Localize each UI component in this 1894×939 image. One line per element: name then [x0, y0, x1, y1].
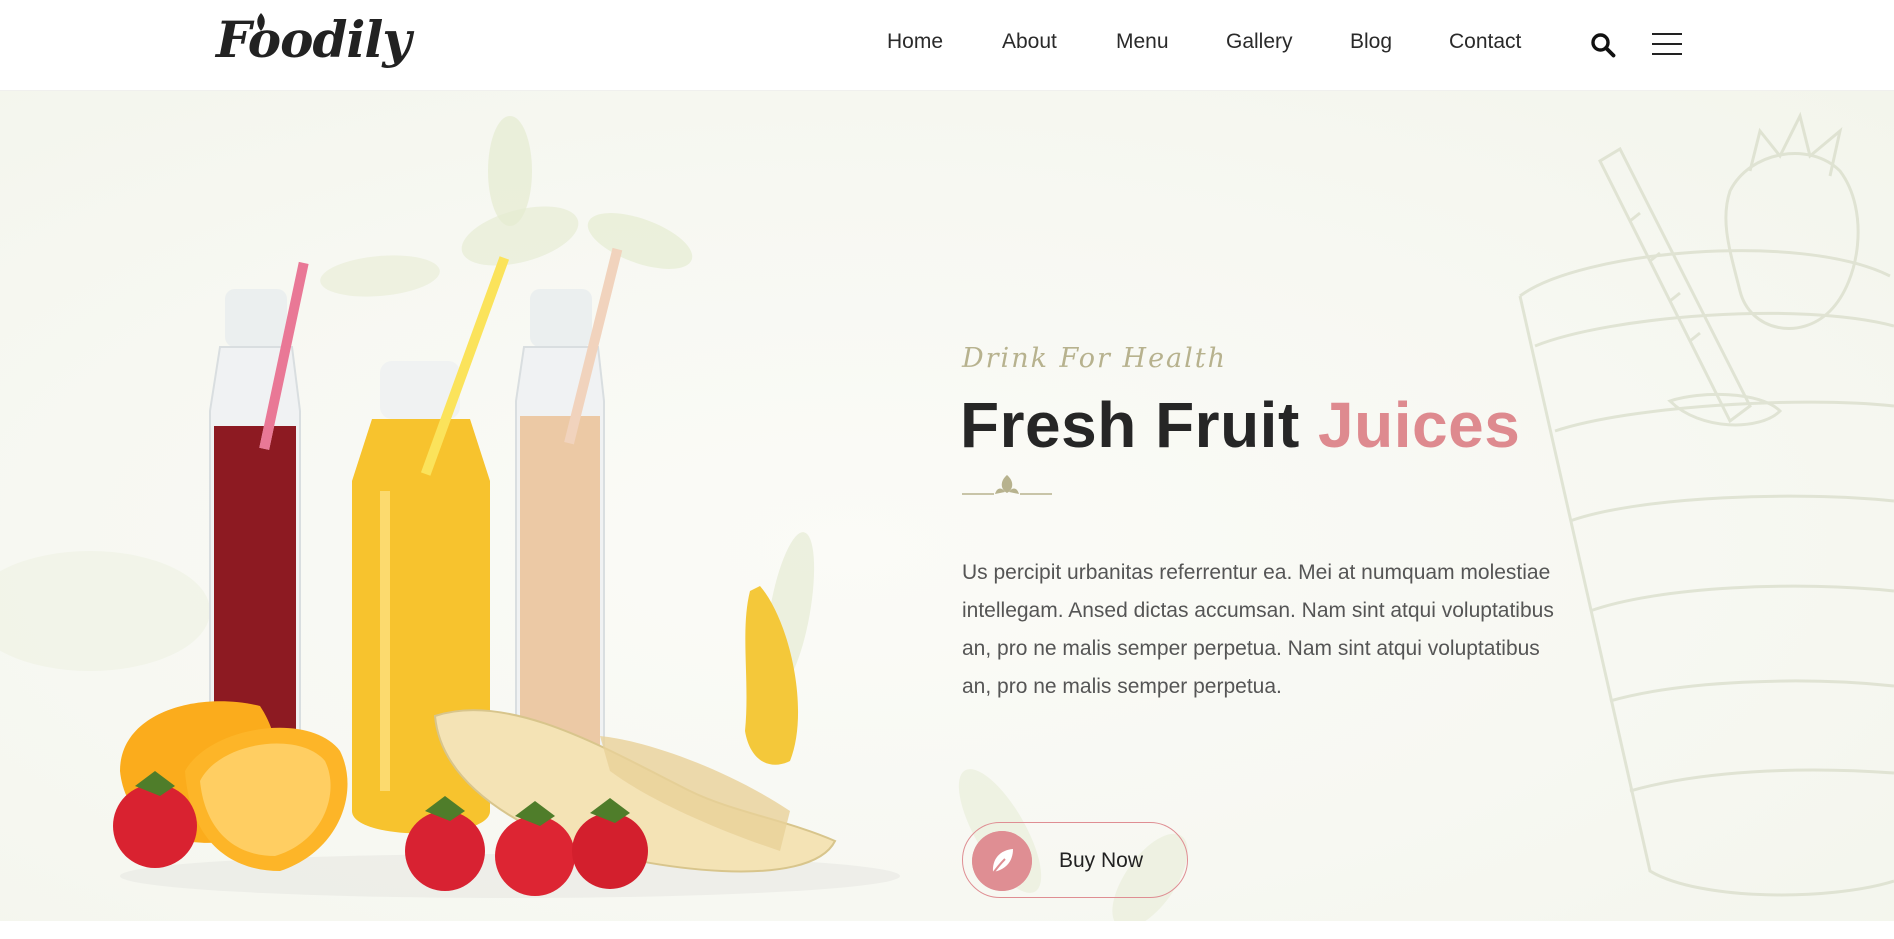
leaf-icon [972, 831, 1032, 891]
nav-item-contact[interactable]: Contact [1449, 30, 1521, 54]
nav-item-home[interactable]: Home [887, 30, 943, 54]
nav-item-gallery[interactable]: Gallery [1226, 30, 1293, 54]
hero-title: Fresh Fruit Juices [960, 388, 1520, 462]
hero-eyebrow: Drink For Health [962, 343, 1228, 374]
buy-now-button[interactable]: Buy Now [962, 822, 1188, 898]
juice-bottles-illustration [113, 247, 900, 898]
page: Foodily Home About Menu Gallery Blog Con… [0, 0, 1894, 939]
hamburger-line [1652, 43, 1682, 45]
hamburger-line [1652, 33, 1682, 35]
hamburger-line [1652, 53, 1682, 55]
logo-leaf-icon [257, 13, 265, 31]
nav-item-menu[interactable]: Menu [1116, 30, 1169, 54]
hamburger-icon[interactable] [1652, 33, 1682, 57]
nav-item-blog[interactable]: Blog [1350, 30, 1392, 54]
hero-title-accent: Juices [1318, 389, 1521, 461]
search-icon[interactable] [1590, 32, 1616, 58]
nav-item-about[interactable]: About [1002, 30, 1057, 54]
sketch-glass-illustration [1518, 111, 1894, 897]
brand-logo[interactable]: Foodily [216, 10, 411, 69]
buy-now-label: Buy Now [1059, 849, 1144, 872]
hero-section: Drink For Health Fresh Fruit Juices Us p… [0, 91, 1894, 921]
leaf-divider-icon [962, 475, 1052, 495]
hero-description: Us percipit urbanitas referrentur ea. Me… [962, 561, 1554, 698]
site-header: Foodily Home About Menu Gallery Blog Con… [0, 0, 1894, 91]
hero-title-main: Fresh Fruit [960, 389, 1319, 461]
